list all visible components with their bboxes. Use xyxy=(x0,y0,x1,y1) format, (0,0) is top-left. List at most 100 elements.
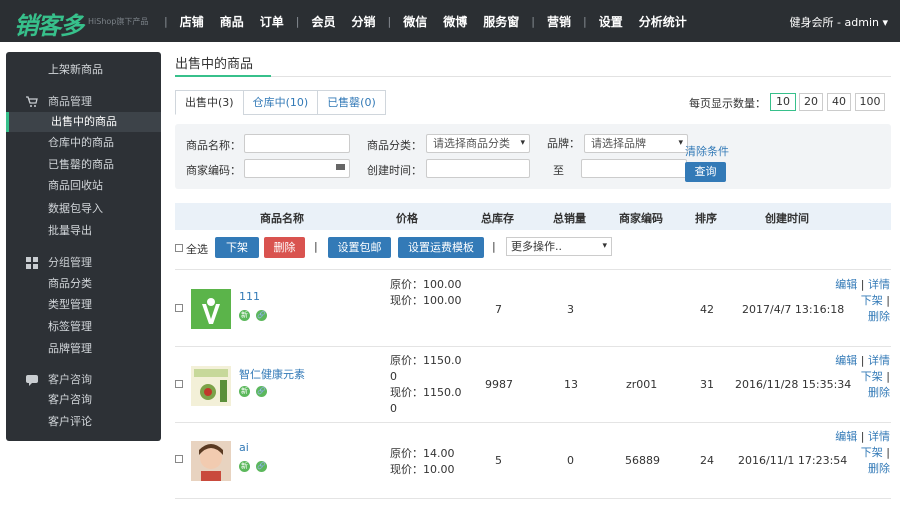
shipping-template-button[interactable]: 设置运费模板 xyxy=(398,237,484,258)
tab-sold-out[interactable]: 已售罄(0) xyxy=(317,90,386,115)
current-price: 现价：10.00 xyxy=(390,463,455,476)
brand-select[interactable]: 请选择品牌 xyxy=(584,134,688,153)
sidebar-item-tags[interactable]: 标签管理 xyxy=(6,317,161,337)
sidebar-item-import[interactable]: 数据包导入 xyxy=(6,199,161,219)
sales-value: 0 xyxy=(567,454,574,467)
merchant-code-input[interactable] xyxy=(244,159,350,178)
nav-products[interactable]: 商品 xyxy=(212,13,252,30)
clear-filters-link[interactable]: 清除条件 xyxy=(685,143,729,159)
created-start-input[interactable] xyxy=(426,159,530,178)
top-navbar: 销客多 HiShop旗下产品 | 店铺 商品 订单 | 会员 分销 | 微信 微… xyxy=(0,0,900,42)
product-name-input[interactable] xyxy=(244,134,350,153)
detail-link[interactable]: 详情 xyxy=(868,354,890,367)
delete-link[interactable]: 删除 xyxy=(868,462,890,475)
brand-logo[interactable]: 销客多 xyxy=(14,6,84,41)
off-shelf-link[interactable]: 下架 xyxy=(861,370,883,383)
nav-members[interactable]: 会员 xyxy=(303,13,343,30)
sidebar-item-export[interactable]: 批量导出 xyxy=(6,221,161,241)
created-value: 2016/11/1 17:23:54 xyxy=(738,454,848,467)
product-thumbnail[interactable] xyxy=(191,289,231,329)
row-operations: 编辑 | 详情 下架 | 删除 xyxy=(835,278,890,323)
sidebar-item-add-product[interactable]: 上架新商品 xyxy=(6,60,161,80)
page-size-10[interactable]: 10 xyxy=(770,93,796,111)
sidebar-item-consult[interactable]: 客户咨询 xyxy=(6,390,161,410)
brand-subtitle: HiShop旗下产品 xyxy=(88,17,149,26)
nav-marketing[interactable]: 营销 xyxy=(539,13,579,30)
row-checkbox[interactable] xyxy=(175,455,183,463)
bulk-delete-button[interactable]: 删除 xyxy=(264,237,305,258)
row-checkbox[interactable] xyxy=(175,380,183,388)
sidebar-group-label: 分组管理 xyxy=(48,256,92,269)
tab-on-sale[interactable]: 出售中(3) xyxy=(175,90,243,115)
select-all-checkbox[interactable] xyxy=(175,244,183,252)
page-size-20[interactable]: 20 xyxy=(799,93,823,111)
stock-value: 9987 xyxy=(485,378,513,391)
grid-icon xyxy=(26,257,38,269)
product-name-link[interactable]: ai xyxy=(239,441,249,454)
code-value: zr001 xyxy=(626,378,658,391)
product-name-link[interactable]: 111 xyxy=(239,290,260,303)
nav-service-window[interactable]: 服务窗 xyxy=(475,13,527,30)
product-thumbnail[interactable] xyxy=(191,366,231,406)
edit-link[interactable]: 编辑 xyxy=(835,278,857,291)
nav-settings[interactable]: 设置 xyxy=(591,13,631,30)
product-name-link[interactable]: 智仁健康元素 xyxy=(239,366,305,382)
link-icon[interactable]: 🔗 xyxy=(256,461,267,472)
sidebar-item-recycle[interactable]: 商品回收站 xyxy=(6,176,161,196)
nav-store[interactable]: 店铺 xyxy=(172,13,212,30)
current-price: 现价：1150.00 xyxy=(390,386,462,415)
tab-warehouse[interactable]: 仓库中(10) xyxy=(242,90,318,115)
product-thumbnail[interactable] xyxy=(191,441,231,481)
current-price: 现价：100.00 xyxy=(390,294,462,307)
user-menu[interactable]: 健身会所 - admin ▾ xyxy=(790,14,888,30)
delete-link[interactable]: 删除 xyxy=(868,310,890,323)
category-select[interactable]: 请选择商品分类 xyxy=(426,134,530,153)
detail-link[interactable]: 详情 xyxy=(868,430,890,443)
select-all-label: 全选 xyxy=(186,243,208,256)
product-price: 原价：100.00 现价：100.00 xyxy=(390,277,462,309)
status-tabs: 出售中(3) 仓库中(10) 已售罄(0) xyxy=(175,90,386,115)
sort-value: 24 xyxy=(700,454,714,467)
off-shelf-link[interactable]: 下架 xyxy=(861,294,883,307)
nav-distribution[interactable]: 分销 xyxy=(344,13,384,30)
sidebar-item-categories[interactable]: 商品分类 xyxy=(6,274,161,294)
title-divider xyxy=(175,76,891,77)
free-shipping-button[interactable]: 设置包邮 xyxy=(328,237,391,258)
sidebar-item-on-sale[interactable]: 出售中的商品 xyxy=(6,112,161,132)
category-label: 商品分类： xyxy=(367,139,422,152)
sidebar-item-types[interactable]: 类型管理 xyxy=(6,295,161,315)
page-size-label: 每页显示数量： xyxy=(689,97,766,110)
main-nav: | 店铺 商品 订单 | 会员 分销 | 微信 微博 服务窗 | 营销 | 设置… xyxy=(160,0,695,42)
created-end-input[interactable] xyxy=(581,159,687,178)
off-shelf-link[interactable]: 下架 xyxy=(861,446,883,459)
bulk-off-shelf-button[interactable]: 下架 xyxy=(215,237,259,258)
edit-link[interactable]: 编辑 xyxy=(835,354,857,367)
sidebar-item-reviews[interactable]: 客户评论 xyxy=(6,412,161,432)
chat-icon xyxy=(26,375,38,386)
col-code: 商家编码 xyxy=(619,212,663,225)
sidebar-item-brands[interactable]: 品牌管理 xyxy=(6,339,161,359)
sort-value: 31 xyxy=(700,378,714,391)
nav-orders[interactable]: 订单 xyxy=(252,13,292,30)
sales-value: 3 xyxy=(567,303,574,316)
col-price: 价格 xyxy=(396,212,418,225)
col-created: 创建时间 xyxy=(765,212,809,225)
link-icon[interactable]: 🔗 xyxy=(256,310,267,321)
nav-wechat[interactable]: 微信 xyxy=(395,13,435,30)
more-actions-select[interactable]: 更多操作.. xyxy=(506,237,612,256)
cart-icon xyxy=(26,96,38,107)
sidebar-item-sold-out[interactable]: 已售罄的商品 xyxy=(6,155,161,175)
page-size-40[interactable]: 40 xyxy=(827,93,851,111)
query-button[interactable]: 查询 xyxy=(685,162,726,182)
edit-link[interactable]: 编辑 xyxy=(835,430,857,443)
nav-analytics[interactable]: 分析统计 xyxy=(631,13,695,30)
created-value: 2017/4/7 13:16:18 xyxy=(742,303,845,316)
page-size-100[interactable]: 100 xyxy=(855,93,885,111)
product-price: 原价：14.00 现价：10.00 xyxy=(390,446,462,478)
detail-link[interactable]: 详情 xyxy=(868,278,890,291)
row-checkbox[interactable] xyxy=(175,304,183,312)
delete-link[interactable]: 删除 xyxy=(868,386,890,399)
sidebar-item-warehouse[interactable]: 仓库中的商品 xyxy=(6,133,161,153)
nav-weibo[interactable]: 微博 xyxy=(435,13,475,30)
link-icon[interactable]: 🔗 xyxy=(256,386,267,397)
